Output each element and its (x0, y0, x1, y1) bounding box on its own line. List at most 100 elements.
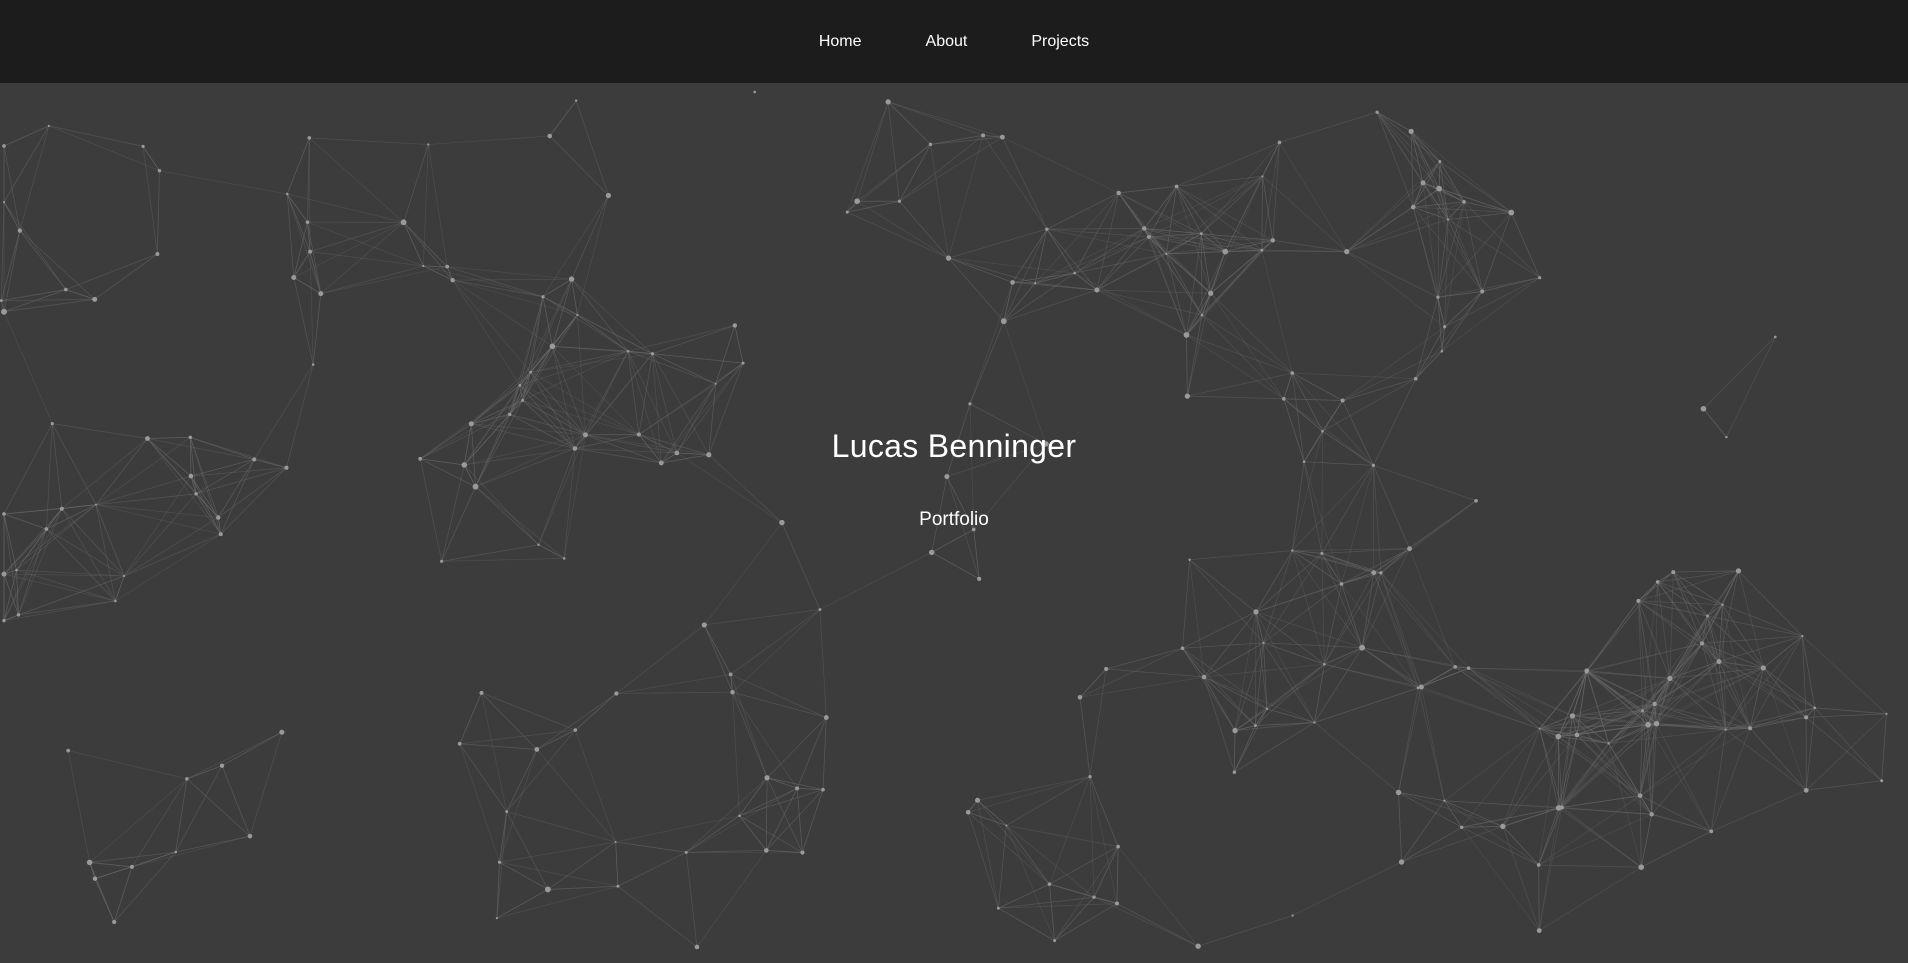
network-link (1279, 142, 1348, 252)
network-link (19, 125, 50, 231)
network-link (1096, 233, 1202, 291)
network-link (142, 146, 158, 255)
network-link (732, 609, 821, 693)
nav-link-projects[interactable]: Projects (1031, 33, 1089, 51)
network-particle (308, 249, 313, 254)
network-link (704, 522, 783, 626)
network-link (1422, 182, 1439, 298)
network-link (652, 325, 735, 355)
network-link (309, 251, 322, 294)
network-link (1005, 825, 1050, 885)
network-link (123, 493, 197, 577)
network-link (1814, 707, 1887, 715)
network-link (1380, 500, 1477, 574)
network-link (542, 296, 629, 352)
network-particle (764, 848, 769, 853)
network-particle (1671, 570, 1676, 575)
network-link (195, 459, 255, 495)
network-link (452, 279, 553, 347)
network-link (1502, 826, 1540, 931)
network-particle (1721, 603, 1724, 606)
network-particle (999, 134, 1005, 140)
network-link (1189, 559, 1257, 613)
network-link (887, 101, 900, 202)
network-link (1346, 251, 1439, 298)
network-link (1510, 212, 1541, 278)
network-link (94, 878, 115, 923)
network-link (577, 314, 653, 355)
network-link (506, 811, 616, 843)
network-link (1415, 291, 1483, 379)
network-link (1802, 635, 1887, 715)
network-link (1089, 776, 1095, 898)
network-particle (674, 450, 680, 456)
network-link (1210, 176, 1263, 294)
network-particle (1282, 397, 1286, 401)
network-link (617, 851, 687, 887)
network-link (253, 364, 314, 460)
network-link (1707, 604, 1723, 617)
network-link (1089, 776, 1119, 847)
network-particle (2, 144, 6, 148)
network-link (186, 778, 251, 837)
network-link (1342, 400, 1374, 466)
network-link (948, 257, 1005, 322)
network-link (538, 448, 576, 545)
network-link (307, 137, 310, 223)
network-link (1176, 142, 1280, 187)
network-link (1763, 667, 1807, 718)
network-link (89, 778, 188, 863)
network-particle (461, 462, 468, 468)
network-link (1321, 431, 1323, 554)
network-link (1447, 212, 1512, 220)
network-link (403, 221, 448, 267)
network-particle (422, 264, 425, 268)
network-link (1233, 730, 1236, 773)
network-link (1814, 707, 1882, 782)
network-particle (0, 299, 3, 303)
network-link (1089, 668, 1107, 777)
network-link (1410, 131, 1449, 220)
nav-link-home[interactable]: Home (819, 33, 862, 51)
network-link (766, 717, 827, 779)
network-link (802, 789, 824, 853)
network-link (1261, 250, 1293, 374)
network-link (1805, 717, 1882, 782)
network-particle (1410, 204, 1416, 210)
network-particle (1459, 825, 1464, 830)
network-link (254, 459, 287, 469)
network-particle (1291, 914, 1294, 917)
network-particle (44, 527, 49, 531)
network-link (452, 279, 531, 373)
network-link (1441, 277, 1540, 352)
network-link (65, 253, 158, 290)
network-link (419, 423, 472, 460)
network-particle (1443, 799, 1446, 802)
network-particle (1045, 227, 1049, 231)
network-link (1046, 192, 1119, 230)
network-particle (574, 99, 578, 102)
nav-link-about[interactable]: About (926, 33, 968, 51)
network-link (998, 883, 1050, 909)
network-particle (730, 690, 735, 695)
network-link (1749, 667, 1764, 729)
network-link (571, 278, 629, 352)
network-link (95, 504, 125, 577)
network-particle (1261, 175, 1264, 178)
network-link (1263, 642, 1325, 665)
network-particle (1232, 770, 1237, 774)
network-particle (1725, 435, 1728, 439)
network-particle (1104, 666, 1109, 672)
network-link (123, 533, 221, 577)
network-link (496, 889, 549, 919)
network-link (65, 289, 95, 300)
network-link (19, 230, 67, 290)
network-particle (66, 748, 70, 753)
network-link (1182, 559, 1191, 649)
network-particle (450, 277, 455, 283)
network-link (968, 811, 1007, 826)
network-particle (1340, 398, 1345, 403)
network-particle (650, 352, 655, 356)
network-link (652, 353, 716, 385)
network-particle (218, 532, 223, 537)
